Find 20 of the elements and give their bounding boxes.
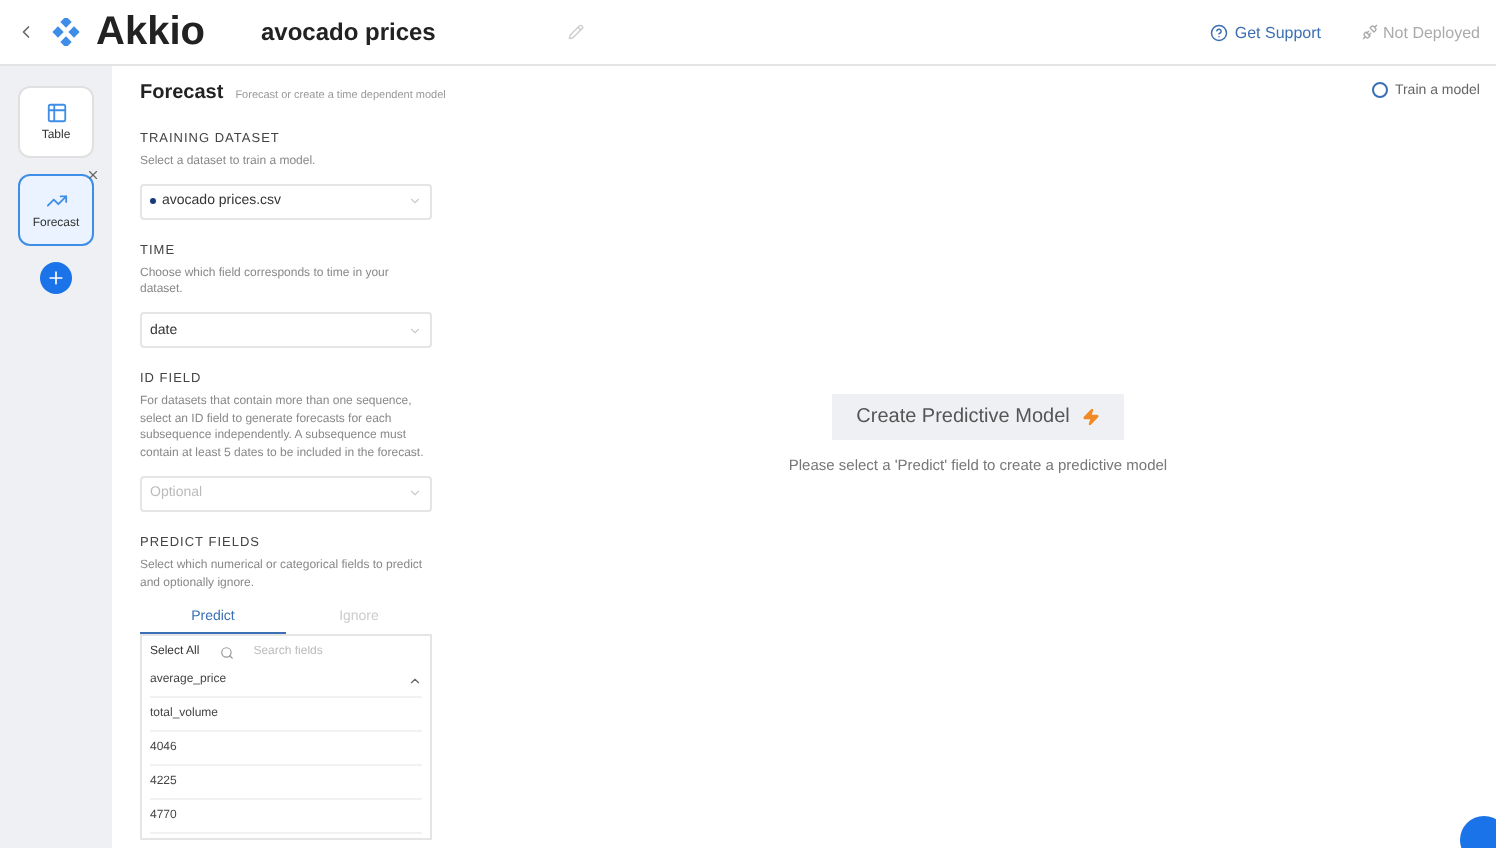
plus-icon xyxy=(46,268,66,288)
page-title: Forecast xyxy=(140,82,224,104)
chart-icon xyxy=(45,190,67,212)
search-icon xyxy=(219,645,234,660)
help-icon xyxy=(1210,23,1229,41)
create-model-button[interactable]: Create Predictive Model xyxy=(832,393,1124,439)
scroll-up-icon[interactable] xyxy=(408,673,422,688)
logo-icon xyxy=(48,18,84,46)
project-name: avocado prices xyxy=(260,18,436,46)
logo-text: Akkio xyxy=(96,9,205,55)
close-icon[interactable] xyxy=(86,168,100,182)
chevron-down-icon xyxy=(408,323,422,338)
deploy-status: Not Deployed xyxy=(1361,23,1480,41)
add-button[interactable] xyxy=(40,262,72,294)
plug-icon xyxy=(1361,24,1378,40)
table-icon xyxy=(45,102,67,124)
lightning-icon xyxy=(1081,407,1100,425)
chevron-down-icon xyxy=(408,194,422,209)
chevron-down-icon xyxy=(408,486,422,501)
support-link[interactable]: Get Support xyxy=(1210,23,1322,41)
